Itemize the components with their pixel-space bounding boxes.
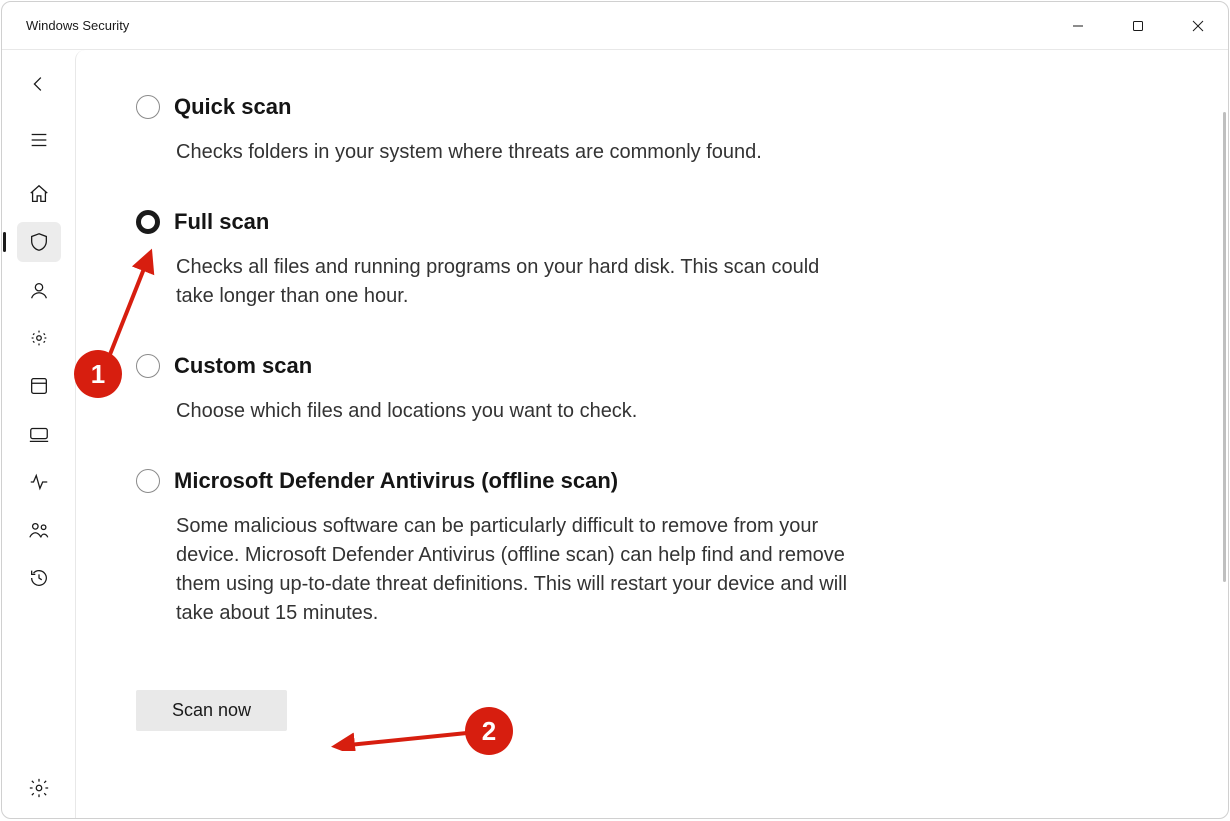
sidebar-item-app-browser[interactable]	[17, 366, 61, 406]
custom-scan-title: Custom scan	[174, 353, 312, 379]
custom-scan-desc: Choose which files and locations you wan…	[176, 397, 856, 426]
full-scan-desc: Checks all files and running programs on…	[176, 253, 856, 311]
offline-scan-desc: Some malicious software can be particula…	[176, 512, 856, 628]
sidebar-item-firewall[interactable]	[17, 318, 61, 358]
body-layout: Quick scan Checks folders in your system…	[2, 50, 1228, 818]
option-custom-scan: Custom scan Choose which files and locat…	[136, 353, 856, 426]
menu-button[interactable]	[17, 122, 61, 158]
annotation-arrow-2	[327, 721, 477, 751]
sidebar-settings[interactable]	[17, 768, 61, 808]
sidebar-item-home[interactable]	[17, 174, 61, 214]
quick-scan-desc: Checks folders in your system where thre…	[176, 138, 856, 167]
full-scan-radio[interactable]	[136, 210, 160, 234]
sidebar-item-account[interactable]	[17, 270, 61, 310]
annotation-badge-2: 2	[465, 707, 513, 755]
offline-scan-radio[interactable]	[136, 469, 160, 493]
scrollbar-thumb[interactable]	[1223, 112, 1226, 582]
content-area: Quick scan Checks folders in your system…	[75, 50, 1228, 818]
option-quick-scan: Quick scan Checks folders in your system…	[136, 94, 856, 167]
window-title: Windows Security	[26, 18, 129, 33]
annotation-badge-1: 1	[74, 350, 122, 398]
offline-scan-title: Microsoft Defender Antivirus (offline sc…	[174, 468, 618, 494]
sidebar-item-virus-threat[interactable]	[17, 222, 61, 262]
sidebar-item-history[interactable]	[17, 558, 61, 598]
scan-now-button[interactable]: Scan now	[136, 690, 287, 731]
close-button[interactable]	[1168, 2, 1228, 50]
option-offline-scan: Microsoft Defender Antivirus (offline sc…	[136, 468, 856, 628]
full-scan-title: Full scan	[174, 209, 269, 235]
window-chrome: Windows Security	[1, 1, 1229, 819]
sidebar-item-device-security[interactable]	[17, 414, 61, 454]
quick-scan-radio[interactable]	[136, 95, 160, 119]
window-controls	[1048, 2, 1228, 50]
sidebar-item-family[interactable]	[17, 510, 61, 550]
quick-scan-title: Quick scan	[174, 94, 291, 120]
back-button[interactable]	[17, 64, 61, 104]
option-full-scan: Full scan Checks all files and running p…	[136, 209, 856, 311]
minimize-button[interactable]	[1048, 2, 1108, 50]
maximize-button[interactable]	[1108, 2, 1168, 50]
sidebar-item-device-performance[interactable]	[17, 462, 61, 502]
sidebar	[2, 50, 75, 818]
title-bar: Windows Security	[2, 2, 1228, 50]
